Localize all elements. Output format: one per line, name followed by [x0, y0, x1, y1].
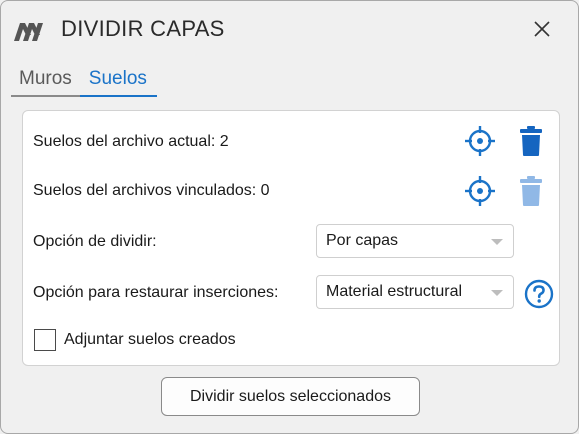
attach-floors-checkbox[interactable] — [34, 329, 56, 351]
attach-floors-label[interactable]: Adjuntar suelos creados — [64, 331, 236, 349]
title-bar: DIVIDIR CAPAS — [1, 1, 578, 57]
dialog-window: DIVIDIR CAPAS Muros Suelos Suelos del ar… — [0, 0, 579, 434]
app-logo-icon — [14, 23, 43, 41]
restore-option-select[interactable]: Material estructural — [316, 275, 514, 309]
delete-linked-trash-icon[interactable] — [520, 175, 542, 207]
split-option-value: Por capas — [326, 232, 399, 249]
linked-files-floors-label: Suelos del archivos vinculados: 0 — [33, 182, 270, 199]
tab-bar: Muros Suelos — [11, 65, 157, 97]
close-button[interactable] — [528, 15, 556, 43]
window-title: DIVIDIR CAPAS — [61, 16, 225, 41]
current-file-floors-label: Suelos del archivo actual: 2 — [33, 133, 229, 150]
select-linked-target-icon[interactable] — [464, 175, 496, 207]
select-current-target-icon[interactable] — [464, 125, 496, 157]
tab-suelos[interactable]: Suelos — [79, 65, 157, 97]
restore-option-label: Opción para restaurar inserciones: — [33, 284, 279, 301]
close-icon — [534, 21, 550, 37]
split-option-select[interactable]: Por capas — [316, 224, 514, 258]
restore-option-value: Material estructural — [326, 283, 463, 300]
split-floors-button[interactable]: Dividir suelos seleccionados — [161, 377, 420, 416]
tab-muros[interactable]: Muros — [11, 65, 80, 97]
delete-current-trash-icon[interactable] — [520, 125, 542, 157]
split-option-label: Opción de dividir: — [33, 233, 157, 250]
chevron-down-icon — [491, 290, 503, 296]
floors-panel: Suelos del archivo actual: 2 Suelos del … — [22, 110, 560, 366]
chevron-down-icon — [491, 239, 503, 245]
help-icon[interactable] — [524, 279, 554, 309]
